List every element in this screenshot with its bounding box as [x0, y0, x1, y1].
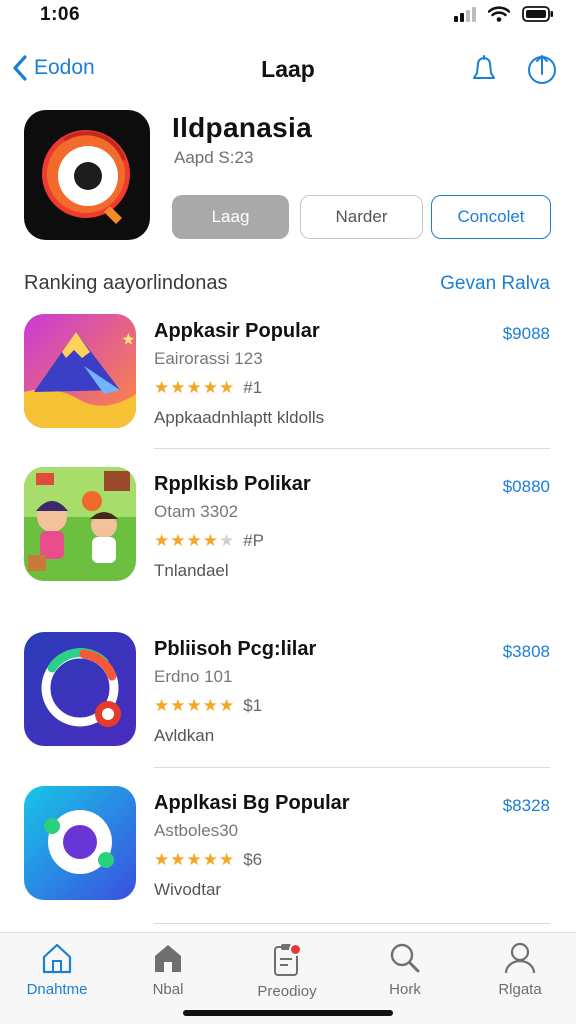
nav-bar: Eodon Laap: [0, 40, 576, 100]
app-developer: Eairorassi 123: [154, 349, 263, 368]
app-developer: Otam 3302: [154, 502, 239, 521]
chevron-left-icon: [13, 55, 27, 81]
tab-home[interactable]: Dnahtme: [7, 941, 107, 1001]
list-item[interactable]: Appkasir Popular Eairorassi 123 ★★★★★ #1…: [0, 314, 576, 434]
list-item[interactable]: Pbliisoh Pcg:lilar Erdno 101 ★★★★★ $1 Av…: [0, 632, 576, 752]
mountain-app-icon: [24, 314, 136, 428]
back-label: Eodon: [34, 56, 95, 79]
app-category: Avldkan: [154, 726, 215, 745]
rating: ★★★★★ $1: [154, 696, 262, 716]
rating: ★★★★★ #1: [154, 378, 262, 398]
tab-label: Preodioy: [257, 983, 317, 1000]
ring-app-icon: [24, 632, 136, 746]
status-icons: [454, 6, 554, 22]
app-title: Applkasi Bg Popular: [154, 792, 350, 814]
magnifier-logo-icon: [42, 130, 130, 224]
app-name: Ildpanasia: [172, 112, 312, 143]
star-rating-icon: ★★★★★: [154, 850, 236, 869]
see-all-link[interactable]: Gevan Ralva: [440, 273, 550, 295]
status-bar: 1:06: [0, 0, 576, 34]
price-button[interactable]: $8328: [503, 796, 550, 816]
rating-text: $6: [243, 850, 263, 869]
divider: [154, 448, 550, 449]
app-developer: Erdno 101: [154, 667, 233, 686]
circle-app-icon: [24, 786, 136, 900]
back-button[interactable]: Eodon: [12, 54, 95, 82]
rating-text: $1: [243, 696, 263, 715]
star-rating-icon: ★★★★★: [154, 378, 236, 397]
tab-label: Nbal: [152, 981, 184, 998]
tab-label: Dnahtme: [26, 981, 88, 998]
tab-profile[interactable]: Rlgata: [470, 941, 570, 1001]
rating-text: #1: [243, 378, 263, 397]
tab-label: Rlgata: [498, 981, 542, 998]
tab-search[interactable]: Hork: [355, 941, 455, 1001]
app-developer: Astboles30: [154, 821, 239, 840]
app-category: Tnlandael: [154, 561, 229, 580]
rating: ★★★★★ #P: [154, 531, 264, 551]
list-item[interactable]: Applkasi Bg Popular Astboles30 ★★★★★ $6 …: [0, 786, 576, 906]
section-title: Ranking aayorlindonas: [24, 272, 228, 294]
star-rating-icon: ★★★★★: [154, 531, 236, 550]
primary-action-button[interactable]: Laag: [172, 195, 289, 239]
tab-store[interactable]: Nbal: [118, 941, 218, 1001]
price-button[interactable]: $9088: [503, 324, 550, 344]
divider: [154, 923, 550, 924]
app-title: Rpplkisb Polikar: [154, 473, 311, 495]
rating: ★★★★★ $6: [154, 850, 262, 870]
list-item[interactable]: Rpplkisb Polikar Otam 3302 ★★★★★ #P Tnla…: [0, 467, 576, 587]
wifi-icon: [488, 6, 510, 22]
star-rating-icon: ★★★★★: [154, 696, 236, 715]
app-logo: [24, 110, 150, 240]
price-button[interactable]: $0880: [503, 477, 550, 497]
person-icon: [504, 942, 536, 974]
store-icon: [155, 945, 181, 972]
tertiary-action-button[interactable]: Concolet: [431, 195, 551, 239]
app-category: Appkaadnhlaptt kldolls: [154, 408, 325, 427]
secondary-action-button[interactable]: Narder: [300, 195, 423, 239]
status-time: 1:06: [40, 4, 81, 25]
app-title: Pbliisoh Pcg:lilar: [154, 638, 317, 660]
app-title: Appkasir Popular: [154, 320, 320, 342]
share-icon[interactable]: [526, 52, 558, 86]
home-icon: [42, 943, 72, 974]
bell-icon[interactable]: [468, 52, 500, 86]
kids-app-icon: [24, 467, 136, 581]
app-subtitle: Aapd S:23: [174, 148, 254, 167]
notification-badge: [289, 943, 302, 956]
price-button[interactable]: $3808: [503, 642, 550, 662]
signal-icon: [454, 6, 476, 22]
search-icon: [390, 943, 420, 973]
rating-text: #P: [243, 531, 265, 550]
home-indicator: [183, 1010, 393, 1016]
tab-preorder[interactable]: Preodioy: [237, 941, 337, 1001]
app-category: Wivodtar: [154, 880, 222, 899]
battery-icon: [522, 6, 553, 22]
tab-label: Hork: [389, 981, 421, 998]
app-header: Ildpanasia Aapd S:23 Laag Narder Concole…: [0, 108, 576, 258]
divider: [154, 767, 550, 768]
